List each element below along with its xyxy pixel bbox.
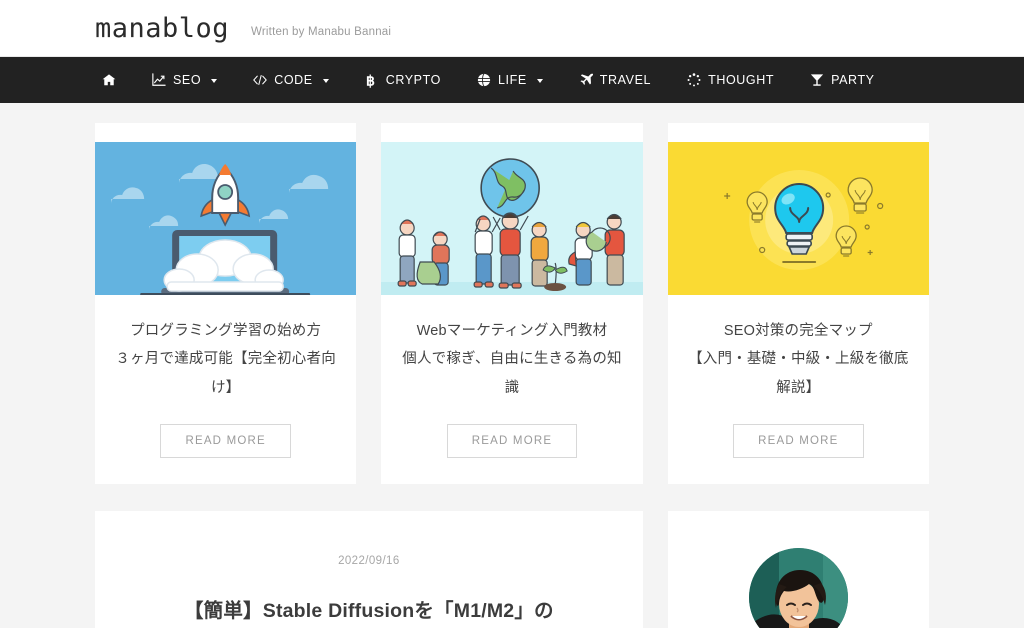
post-title[interactable]: 【簡単】Stable Diffusionを「M1/M2」の 「MacBook」で…	[135, 593, 603, 628]
nav-item-seo[interactable]: SEO	[134, 57, 235, 103]
nav-item-thought[interactable]: THOUGHT	[669, 57, 792, 103]
nav-item-crypto[interactable]: ฿ CRYPTO	[347, 57, 459, 103]
code-icon	[253, 73, 267, 87]
card-title-line-2: 個人で稼ぎ、自由に生きる為の知識	[402, 351, 622, 396]
latest-post-card[interactable]: 2022/09/16 【簡単】Stable Diffusionを「M1/M2」の…	[95, 510, 643, 628]
card-title-line-2: ３ヶ月で達成可能【完全初心者向け】	[115, 351, 336, 396]
site-logo[interactable]: manablog	[95, 13, 229, 44]
bitcoin-icon: ฿	[365, 73, 379, 88]
card-title-line-1: Webマーケティング入門教材	[416, 323, 608, 339]
spinner-icon	[687, 73, 701, 87]
nav-label-thought: THOUGHT	[708, 73, 775, 87]
second-row: 2022/09/16 【簡単】Stable Diffusionを「M1/M2」の…	[95, 510, 929, 628]
card-title-line-1: SEO対策の完全マップ	[723, 323, 873, 339]
read-more-button[interactable]: READ MORE	[733, 423, 864, 458]
post-date: 2022/09/16	[338, 554, 400, 567]
profile-card	[667, 510, 929, 628]
nav-item-life[interactable]: LIFE	[459, 57, 561, 103]
card-thumbnail-people-globe[interactable]	[381, 142, 643, 295]
globe-icon	[477, 73, 491, 87]
site-header: manablog Written by Manabu Bannai	[0, 0, 1024, 57]
card-body: プログラミング学習の始め方 ３ヶ月で達成可能【完全初心者向け】 READ MOR…	[95, 295, 356, 484]
svg-text:฿: ฿	[366, 73, 376, 88]
feature-card-programming[interactable]: プログラミング学習の始め方 ３ヶ月で達成可能【完全初心者向け】 READ MOR…	[95, 123, 357, 484]
card-title-line-2: 【入門・基礎・中級・上級を徹底解説】	[688, 351, 909, 396]
nav-label-life: LIFE	[497, 73, 527, 87]
chevron-down-icon	[536, 79, 543, 83]
read-more-button[interactable]: READ MORE	[446, 423, 578, 458]
home-icon	[102, 73, 116, 87]
main-content: プログラミング学習の始め方 ３ヶ月で達成可能【完全初心者向け】 READ MOR…	[0, 103, 1024, 628]
nav-label-travel: TRAVEL	[599, 73, 652, 87]
main-navigation: SEO CODE ฿ CRYPTO LIFE TRAVEL THOUGHT PA…	[0, 57, 1024, 103]
nav-item-party[interactable]: PARTY	[792, 57, 893, 103]
feature-card-seo[interactable]: SEO対策の完全マップ 【入門・基礎・中級・上級を徹底解説】 READ MORE	[667, 123, 929, 484]
card-body: SEO対策の完全マップ 【入門・基礎・中級・上級を徹底解説】 READ MORE	[668, 295, 929, 484]
plane-icon	[579, 73, 593, 87]
nav-label-code: CODE	[274, 73, 313, 87]
chart-line-icon	[152, 73, 166, 87]
nav-label-party: PARTY	[831, 73, 875, 87]
nav-label-crypto: CRYPTO	[385, 73, 441, 87]
read-more-button[interactable]: READ MORE	[160, 423, 291, 458]
chevron-down-icon	[322, 79, 329, 83]
cocktail-icon	[810, 73, 824, 87]
avatar[interactable]	[748, 547, 848, 628]
card-body: Webマーケティング入門教材 個人で稼ぎ、自由に生きる為の知識 READ MOR…	[381, 295, 642, 484]
nav-item-travel[interactable]: TRAVEL	[561, 57, 669, 103]
card-thumbnail-rocket[interactable]	[95, 142, 357, 295]
featured-cards-row: プログラミング学習の始め方 ３ヶ月で達成可能【完全初心者向け】 READ MOR…	[95, 123, 929, 484]
feature-card-web-marketing[interactable]: Webマーケティング入門教材 個人で稼ぎ、自由に生きる為の知識 READ MOR…	[381, 123, 643, 484]
card-thumbnail-lightbulbs[interactable]	[667, 142, 929, 295]
nav-label-seo: SEO	[173, 73, 202, 87]
card-title-line-1: プログラミング学習の始め方	[130, 323, 322, 339]
post-title-line-1: 【簡単】Stable Diffusionを「M1/M2」の	[183, 599, 554, 622]
chevron-down-icon	[211, 79, 218, 83]
nav-item-code[interactable]: CODE	[235, 57, 347, 103]
site-tagline: Written by Manabu Bannai	[251, 25, 392, 38]
nav-item-home[interactable]	[84, 57, 134, 103]
